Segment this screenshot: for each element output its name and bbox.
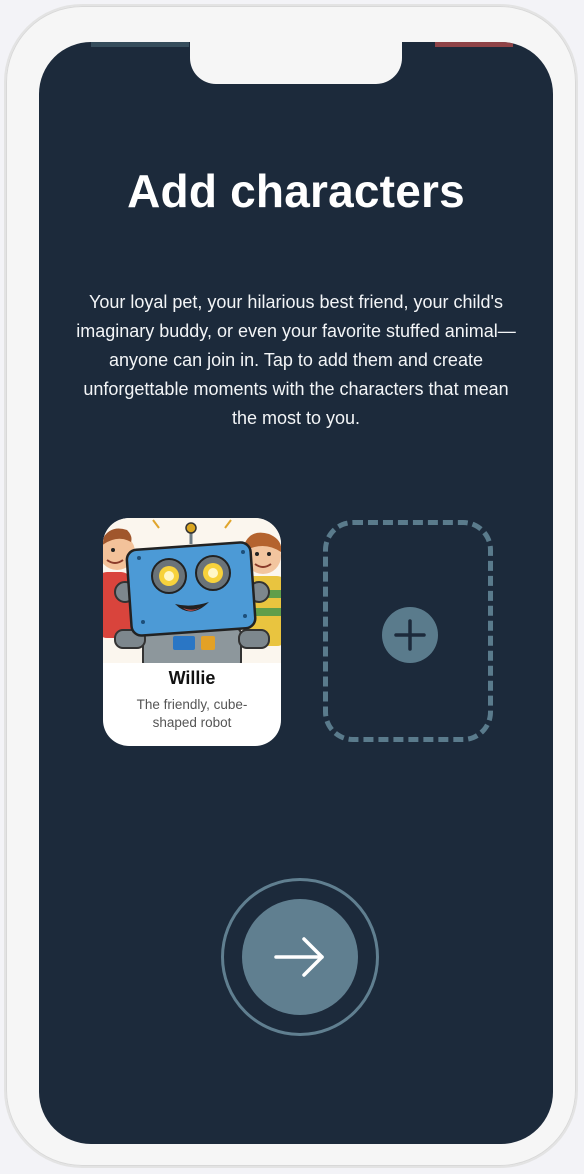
character-name: Willie bbox=[168, 668, 216, 688]
add-character-button[interactable] bbox=[323, 520, 493, 742]
phone-frame: Add characters Your loyal pet, your hila… bbox=[4, 4, 578, 1168]
page-description: Your loyal pet, your hilarious best frie… bbox=[76, 292, 516, 428]
next-button-circle[interactable] bbox=[242, 899, 358, 1015]
character-description: The friendly, cube-shaped robot bbox=[136, 697, 248, 730]
arrow-right-icon bbox=[274, 937, 324, 977]
page-title: Add characters bbox=[127, 165, 465, 217]
device-notch bbox=[190, 42, 402, 84]
character-card[interactable]: Willie The friendly, cube-shaped robot bbox=[103, 518, 281, 746]
next-button[interactable] bbox=[221, 878, 379, 1036]
background-peek-right bbox=[435, 42, 513, 47]
character-image bbox=[103, 518, 281, 663]
plus-icon bbox=[382, 607, 438, 663]
app-screen: Add characters Your loyal pet, your hila… bbox=[39, 42, 553, 1144]
background-peek-left bbox=[91, 42, 189, 47]
